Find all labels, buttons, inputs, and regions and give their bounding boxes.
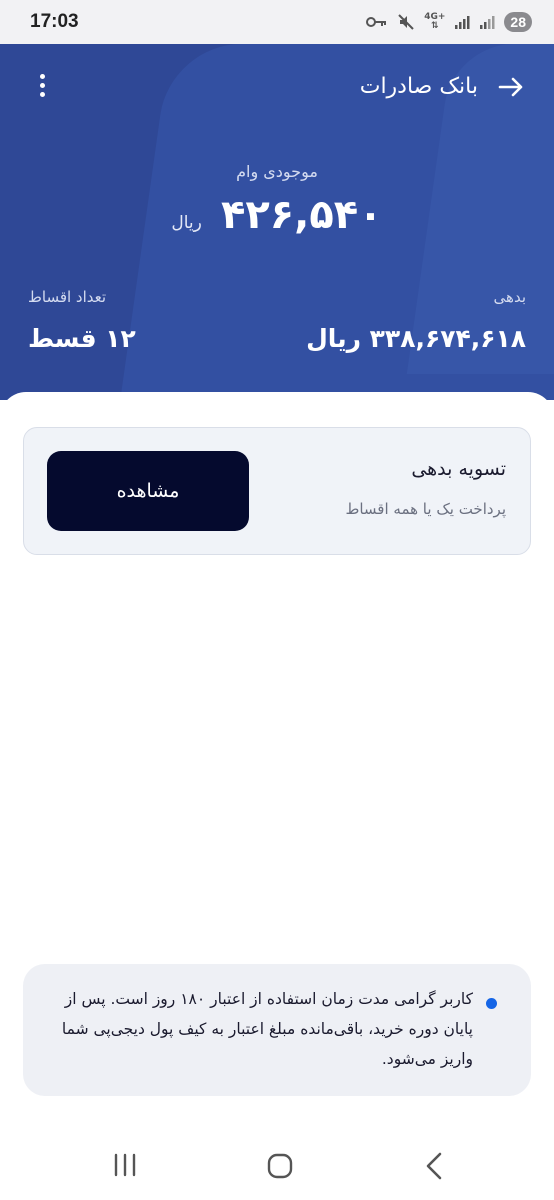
page-title: بانک صادرات — [359, 74, 478, 99]
debt-label: بدهی — [493, 288, 526, 306]
loan-balance-unit: ریال — [171, 213, 202, 233]
mute-icon — [398, 14, 414, 30]
signal-icon — [455, 16, 470, 29]
notice-text: کاربر گرامی مدت زمان استفاده از اعتبار ۱… — [61, 990, 473, 1068]
status-icons: 4G+ ⇅ 28 — [366, 12, 532, 32]
view-button[interactable]: مشاهده — [47, 451, 249, 531]
content-sheet: تسویه بدهی پرداخت یک یا همه اقساط مشاهده… — [0, 392, 554, 1200]
key-icon — [366, 17, 387, 27]
status-time: 17:03 — [30, 11, 79, 32]
debt-value: ۳۳۸,۶۷۴,۶۱۸ ریال — [306, 324, 526, 353]
settle-debt-card: تسویه بدهی پرداخت یک یا همه اقساط مشاهده — [23, 427, 531, 555]
status-bar: 17:03 4G+ ⇅ 28 — [0, 0, 554, 44]
more-vertical-icon — [39, 74, 45, 79]
battery-icon: 28 — [504, 12, 532, 32]
network-indicator: 4G+ ⇅ — [424, 12, 446, 31]
settle-debt-title: تسویه بدهی — [411, 458, 506, 480]
settle-debt-subtitle: پرداخت یک یا همه اقساط — [345, 500, 506, 518]
back-button[interactable] — [496, 72, 526, 102]
recent-apps-icon[interactable] — [112, 1152, 138, 1178]
installments-label: تعداد اقساط — [28, 288, 107, 306]
arrow-right-icon — [498, 77, 523, 97]
loan-balance-label: موجودی وام — [236, 162, 318, 181]
bullet-dot-icon — [486, 998, 497, 1009]
signal-icon — [480, 16, 495, 29]
loan-balance: ۴۲۶,۵۴۰ ریال — [0, 192, 554, 238]
installments-value: ۱۲ قسط — [28, 324, 136, 353]
loan-balance-amount: ۴۲۶,۵۴۰ — [220, 192, 383, 238]
nav-back-icon[interactable] — [422, 1150, 446, 1182]
info-notice: کاربر گرامی مدت زمان استفاده از اعتبار ۱… — [23, 964, 531, 1096]
system-nav-bar — [0, 1130, 554, 1200]
loan-summary-hero: بانک صادرات موجودی وام ۴۲۶,۵۴۰ ریال بدهی… — [0, 44, 554, 400]
home-icon[interactable] — [266, 1152, 294, 1180]
top-app-bar: بانک صادرات — [0, 64, 554, 114]
more-options-button[interactable] — [32, 70, 52, 104]
